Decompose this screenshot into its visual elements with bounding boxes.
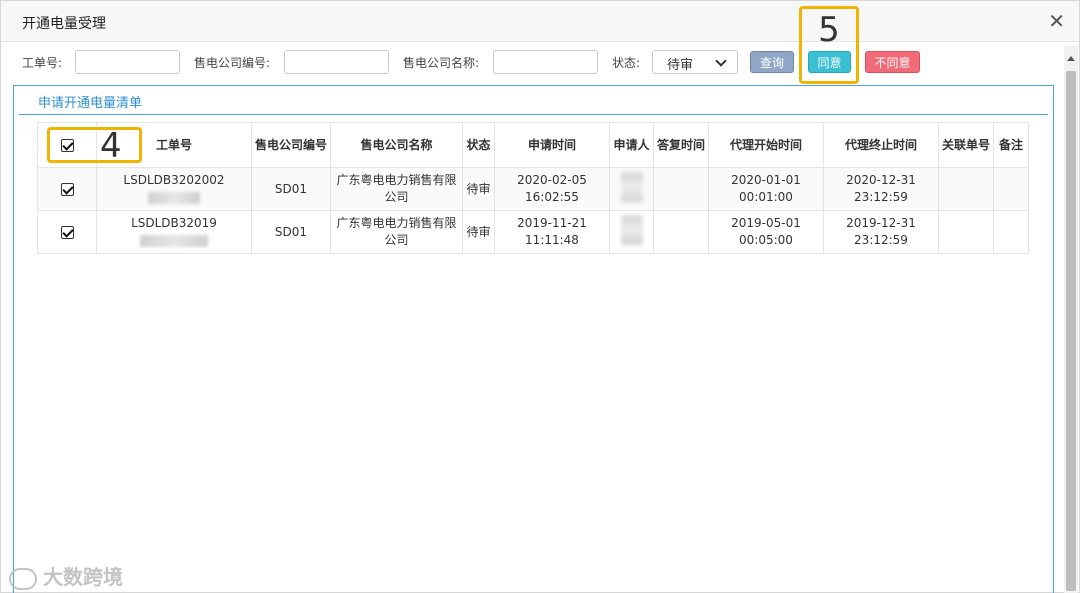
table-header-row: 工单号 售电公司编号 售电公司名称 状态 申请时间 申请人 答复时间 代理开始时… (37, 122, 1029, 168)
redacted-text (148, 191, 200, 204)
chevron-down-icon (715, 55, 727, 67)
step-4-number: 4 (100, 126, 122, 166)
end-time-cell: 2019-12-31 23:12:59 (823, 210, 939, 254)
watermark-text: 大数跨境 (43, 565, 123, 589)
redacted-applicant (620, 214, 643, 245)
apply-time-cell: 2020-02-05 16:02:55 (494, 167, 610, 211)
status-cell: 待审 (462, 210, 495, 254)
end-time-cell: 2020-12-31 23:12:59 (823, 167, 939, 211)
status-label: 状态: (612, 56, 641, 70)
company-code-label: 售电公司编号: (194, 56, 271, 70)
vertical-scrollbar[interactable] (1064, 46, 1078, 593)
column-header[interactable]: 申请时间 (494, 122, 610, 168)
close-icon[interactable]: ✕ (1048, 10, 1065, 32)
company-name-cell: 广东粤电电力销售有限公司 (330, 167, 463, 211)
order-no-cell: LSDLDB32019 (96, 210, 252, 254)
step-5-callout: 5 (799, 6, 859, 84)
company-name-cell: 广东粤电电力销售有限公司 (330, 210, 463, 254)
status-select[interactable]: 待审 (652, 50, 738, 74)
panel-title: 申请开通电量清单 (38, 96, 143, 111)
row-select-cell (37, 167, 97, 211)
watermark: 大数跨境 (9, 561, 123, 590)
dialog-title: 开通电量受理 (22, 16, 106, 32)
company-name-input[interactable] (493, 50, 598, 74)
column-header[interactable]: 售电公司编号 (251, 122, 331, 168)
table-row[interactable]: LSDLDB3202002 SD01 广东粤电电力销售有限公司 待审 2020-… (37, 167, 1029, 211)
company-name-label: 售电公司名称: (403, 56, 480, 70)
row-select-cell (37, 210, 97, 254)
order-no-text: LSDLDB3202002 (123, 173, 225, 187)
column-header[interactable]: 售电公司名称 (330, 122, 463, 168)
reply-time-cell (653, 167, 709, 211)
order-no-cell: LSDLDB3202002 (96, 167, 252, 211)
start-time-cell: 2020-01-01 00:01:00 (708, 167, 824, 211)
order-no-label: 工单号: (22, 56, 63, 70)
step-4-callout: 4 (47, 126, 142, 166)
column-header[interactable]: 代理终止时间 (823, 122, 939, 168)
search-toolbar: 工单号: 售电公司编号: 售电公司名称: 状态: 待审 查询 同意 不同意 (1, 42, 1063, 82)
panel-divider (19, 114, 1048, 115)
company-code-input[interactable] (284, 50, 389, 74)
column-header[interactable]: 备注 (993, 122, 1029, 168)
start-time-cell: 2019-05-01 00:05:00 (708, 210, 824, 254)
column-header[interactable]: 申请人 (609, 122, 654, 168)
company-code-cell: SD01 (251, 167, 331, 211)
dialog-title-bar: 开通电量受理 ✕ (1, 1, 1079, 42)
column-header[interactable]: 代理开始时间 (708, 122, 824, 168)
query-button[interactable]: 查询 (750, 51, 794, 73)
watermark-logo-icon (9, 567, 37, 590)
scroll-up-arrow-icon[interactable] (1067, 56, 1075, 61)
company-code-cell: SD01 (251, 210, 331, 254)
scrollbar-thumb[interactable] (1066, 71, 1076, 591)
redacted-text (140, 234, 208, 247)
table-row[interactable]: LSDLDB32019 SD01 广东粤电电力销售有限公司 待审 2019-11… (37, 210, 1029, 254)
reply-time-cell (653, 210, 709, 254)
disagree-button[interactable]: 不同意 (865, 51, 920, 73)
redacted-applicant (620, 171, 643, 202)
order-no-text: LSDLDB32019 (131, 216, 217, 230)
status-select-value: 待审 (667, 58, 694, 73)
applicant-cell (609, 167, 654, 211)
request-table: 工单号 售电公司编号 售电公司名称 状态 申请时间 申请人 答复时间 代理开始时… (37, 122, 1029, 254)
status-cell: 待审 (462, 167, 495, 211)
apply-time-cell: 2019-11-21 11:11:48 (494, 210, 610, 254)
remark-cell (993, 210, 1029, 254)
column-header[interactable]: 状态 (462, 122, 495, 168)
row-checkbox[interactable] (60, 225, 74, 239)
applicant-cell (609, 210, 654, 254)
column-header[interactable]: 关联单号 (938, 122, 994, 168)
remark-cell (993, 167, 1029, 211)
column-header[interactable]: 答复时间 (653, 122, 709, 168)
row-checkbox[interactable] (60, 182, 74, 196)
related-no-cell (938, 167, 994, 211)
order-no-input[interactable] (75, 50, 180, 74)
dialog: 开通电量受理 ✕ 工单号: 售电公司编号: 售电公司名称: 状态: 待审 查询 … (0, 0, 1080, 593)
related-no-cell (938, 210, 994, 254)
